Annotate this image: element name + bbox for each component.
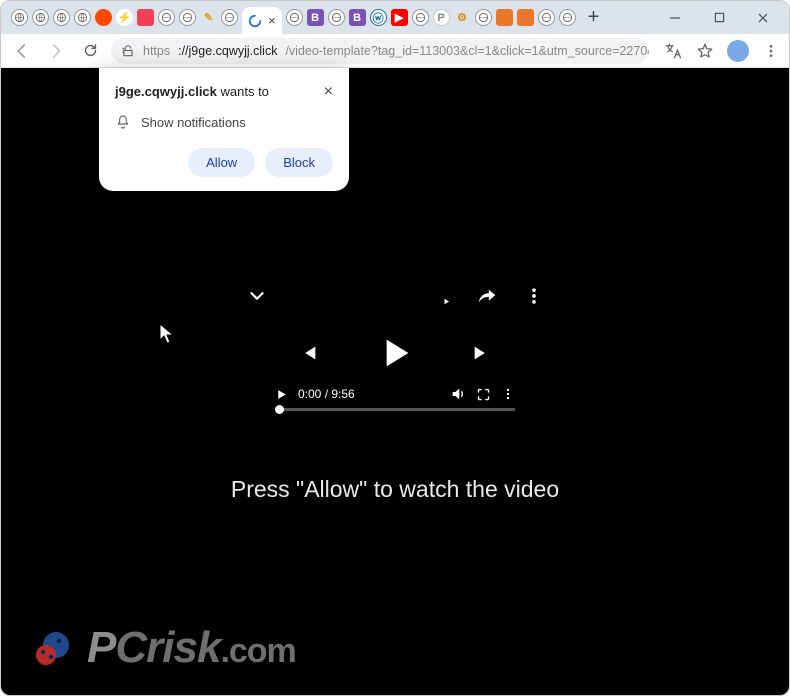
bookmark-icon[interactable] — [695, 41, 715, 61]
menu-icon[interactable] — [761, 41, 781, 61]
pinned-tab-8[interactable] — [158, 9, 175, 26]
watermark-text: PCrisk.com — [87, 623, 296, 673]
fullscreen-icon[interactable] — [476, 387, 491, 402]
pinned-tab-13[interactable]: B — [307, 9, 324, 26]
pinned-tab-22[interactable] — [496, 9, 513, 26]
watermark-logo-icon — [29, 624, 77, 672]
watermark: PCrisk.com — [29, 623, 296, 673]
back-button[interactable] — [9, 38, 35, 64]
chevron-down-icon[interactable] — [246, 285, 268, 307]
pinned-tab-17[interactable]: ▶ — [391, 9, 408, 26]
pinned-tab-19[interactable]: P — [433, 9, 450, 26]
reload-button[interactable] — [77, 38, 103, 64]
video-player: 0:00 / 9:56 Press "Allow" to watch the v… — [1, 68, 789, 695]
window-controls — [653, 3, 785, 33]
pinned-tab-11[interactable] — [221, 9, 238, 26]
pinned-tab-12[interactable] — [286, 9, 303, 26]
active-tab[interactable]: × — [242, 7, 282, 34]
pinned-tab-23[interactable] — [517, 9, 534, 26]
share-icon[interactable] — [476, 285, 498, 307]
pinned-tab-2[interactable] — [32, 9, 49, 26]
forward-button[interactable] — [43, 38, 69, 64]
pinned-tab-21[interactable] — [475, 9, 492, 26]
new-tab-button[interactable]: + — [580, 6, 608, 29]
pinned-tab-18[interactable] — [412, 9, 429, 26]
browser-toolbar: https ://j9ge.cqwyjj.click/video-template… — [1, 34, 789, 68]
page-content: j9ge.cqwyjj.click wants to × Show notifi… — [1, 68, 789, 695]
site-info-icon[interactable] — [121, 44, 135, 58]
pinned-tabs: ⚡ ✎ × B B ⓦ ▶ P ⚙ + — [5, 1, 607, 34]
minimize-button[interactable] — [653, 3, 697, 33]
time-display: 0:00 / 9:56 — [298, 387, 355, 401]
pinned-tab-4[interactable] — [74, 9, 91, 26]
pinned-tab-16[interactable]: ⓦ — [370, 9, 387, 26]
url-scheme: https — [143, 44, 170, 58]
volume-icon[interactable] — [450, 386, 466, 402]
seek-handle[interactable] — [275, 405, 284, 414]
pinned-tab-1[interactable] — [11, 9, 28, 26]
control-bar: 0:00 / 9:56 — [275, 386, 515, 411]
seek-bar[interactable] — [275, 408, 515, 411]
play-button[interactable] — [375, 333, 415, 373]
options-icon[interactable] — [501, 387, 515, 401]
pinned-tab-7[interactable] — [137, 9, 154, 26]
pinned-tab-10[interactable]: ✎ — [200, 9, 217, 26]
close-tab-button[interactable]: × — [268, 13, 276, 28]
pinned-tab-24[interactable] — [538, 9, 555, 26]
profile-avatar[interactable] — [727, 40, 749, 62]
pinned-tab-6[interactable]: ⚡ — [116, 9, 133, 26]
previous-button[interactable] — [297, 342, 319, 364]
cta-text: Press "Allow" to watch the video — [1, 476, 789, 503]
pinned-tab-5[interactable] — [95, 9, 112, 26]
tab-strip: ⚡ ✎ × B B ⓦ ▶ P ⚙ + — [1, 1, 789, 34]
maximize-button[interactable] — [697, 3, 741, 33]
pinned-tab-20[interactable]: ⚙ — [454, 9, 471, 26]
url-path: /video-template?tag_id=113003&cl=1&click… — [285, 44, 649, 58]
pinned-tab-3[interactable] — [53, 9, 70, 26]
address-bar[interactable]: https ://j9ge.cqwyjj.click/video-template… — [111, 38, 649, 64]
next-button[interactable] — [471, 342, 493, 364]
playlist-icon[interactable] — [428, 285, 450, 307]
url-host: ://j9ge.cqwyjj.click — [178, 44, 277, 58]
pinned-tab-14[interactable] — [328, 9, 345, 26]
loading-spinner-icon — [248, 14, 262, 28]
pinned-tab-25[interactable] — [559, 9, 576, 26]
translate-icon[interactable] — [663, 41, 683, 61]
play-small-icon[interactable] — [275, 388, 288, 401]
more-icon[interactable] — [524, 286, 544, 306]
pinned-tab-15[interactable]: B — [349, 9, 366, 26]
pinned-tab-9[interactable] — [179, 9, 196, 26]
close-window-button[interactable] — [741, 3, 785, 33]
toolbar-right — [657, 40, 781, 62]
